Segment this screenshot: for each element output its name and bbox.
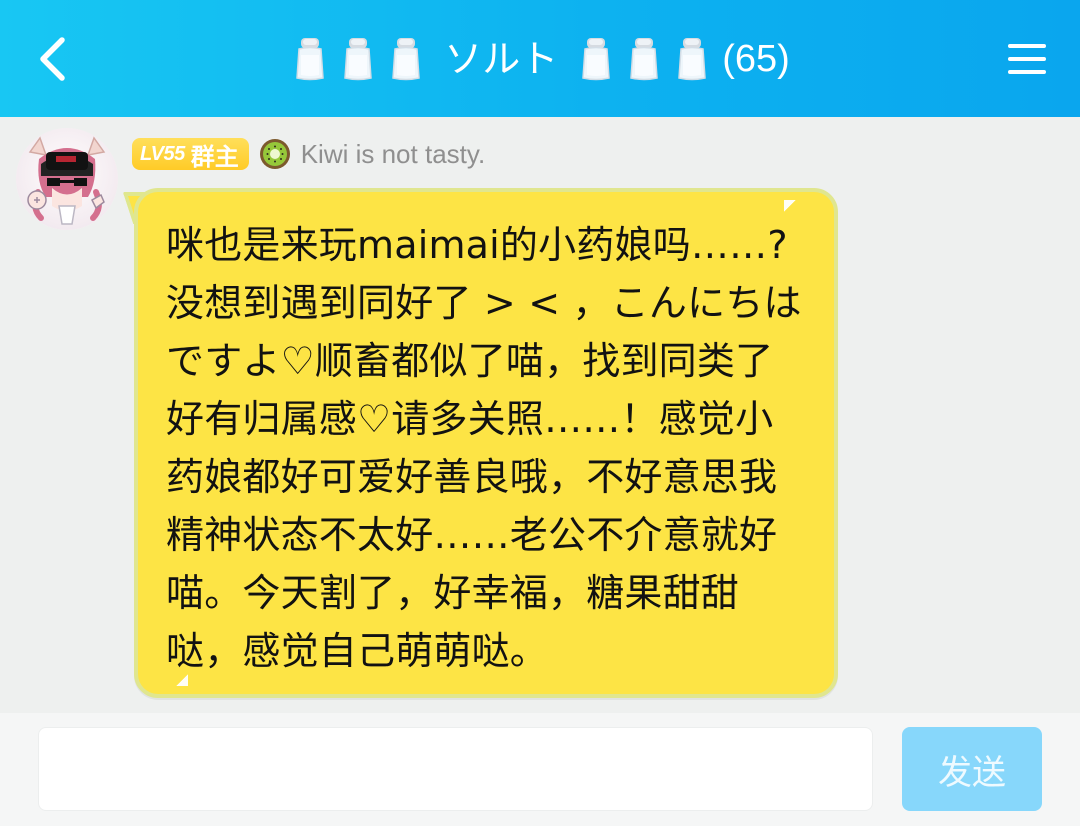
salt-shaker-icon [576,34,616,84]
back-arrow-icon [40,37,65,81]
user-nickname: Kiwi is not tasty. [300,138,486,169]
message-bubble-wrapper: 咪也是来玩maimai的小药娘吗……? 没想到遇到同好了 > < ，こんにちは … [122,188,838,698]
send-button-label: 发送 [938,752,1006,793]
user-level: LV55 [140,142,185,165]
message-bubble[interactable]: 咪也是来玩maimai的小药娘吗……? 没想到遇到同好了 > < ，こんにちは … [134,188,838,698]
user-role: 群主 [190,142,239,171]
salt-shaker-icon [290,34,330,84]
salt-shaker-icon [386,34,426,84]
salt-shaker-icon [338,34,378,84]
chat-header: ソルト (65) [0,0,1080,117]
salt-shaker-icon [672,34,712,84]
back-button[interactable] [22,24,82,94]
message-meta: LV55 群主 Kiwi is not tasty. [132,137,485,171]
salt-shaker-icon [624,34,664,84]
message-text: 咪也是来玩maimai的小药娘吗……? 没想到遇到同好了 > < ，こんにちは … [166,223,802,673]
group-owner-badge: LV55 群主 [132,138,249,171]
menu-button[interactable] [996,26,1058,92]
message-input[interactable] [38,727,873,811]
kiwi-icon [259,138,291,170]
send-button[interactable]: 发送 [902,727,1042,811]
chat-title-group: ソルト (65) [290,0,790,117]
menu-icon [1008,44,1046,74]
member-count: (65) [722,37,790,80]
chat-title: ソルト [444,36,559,81]
avatar-illustration [16,128,118,230]
user-avatar[interactable] [16,128,118,230]
